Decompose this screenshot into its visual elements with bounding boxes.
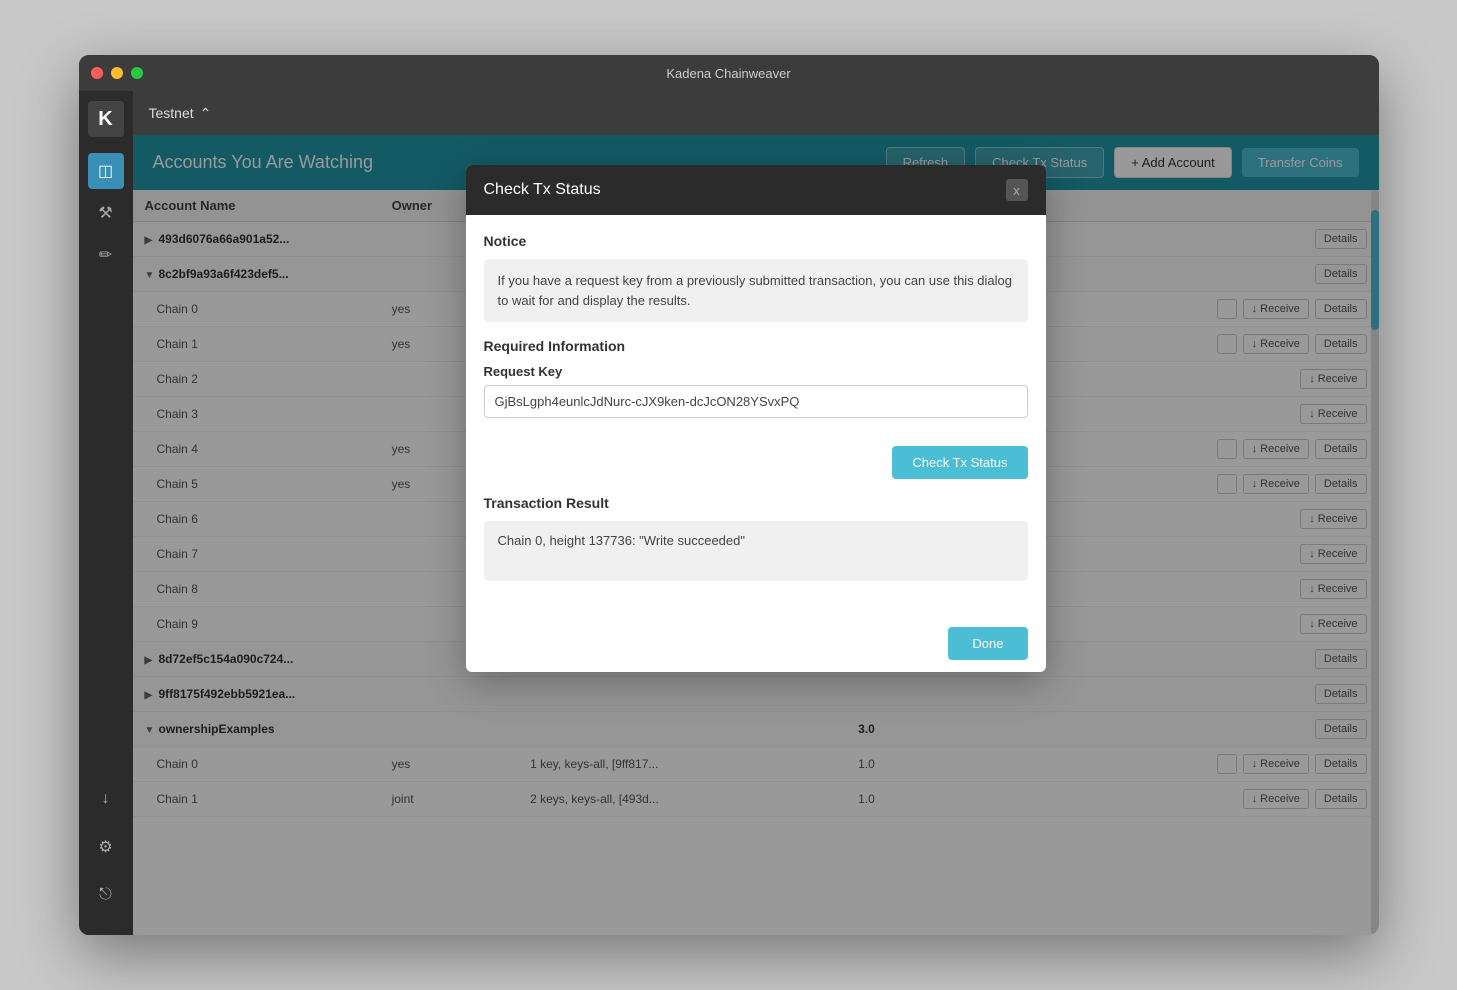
app-window: Kadena Chainweaver K ◫ ⚒ ✏ ↓ ⚙ ⎋ Testnet… bbox=[79, 55, 1379, 935]
modal-close-button[interactable]: x bbox=[1006, 179, 1028, 201]
modal-header: Check Tx Status x bbox=[466, 165, 1046, 215]
modal-title: Check Tx Status bbox=[484, 181, 601, 199]
sidebar: K ◫ ⚒ ✏ ↓ ⚙ ⎋ bbox=[79, 91, 133, 935]
request-key-label: Request Key bbox=[484, 364, 1028, 379]
notice-label: Notice bbox=[484, 233, 1028, 249]
result-box: Chain 0, height 137736: "Write succeeded… bbox=[484, 521, 1028, 581]
required-section: Required Information Request Key bbox=[484, 338, 1028, 430]
notice-box: If you have a request key from a previou… bbox=[484, 259, 1028, 322]
modal-overlay: Check Tx Status x Notice If you have a r… bbox=[133, 135, 1379, 935]
sidebar-item-logout[interactable]: ⎋ bbox=[88, 877, 124, 913]
request-key-input[interactable] bbox=[484, 385, 1028, 418]
transaction-result-section: Transaction Result Chain 0, height 13773… bbox=[484, 495, 1028, 581]
sidebar-item-download[interactable]: ↓ bbox=[88, 781, 124, 817]
check-tx-status-modal: Check Tx Status x Notice If you have a r… bbox=[466, 165, 1046, 672]
sidebar-item-settings[interactable]: ⚙ bbox=[88, 829, 124, 865]
minimize-button[interactable] bbox=[111, 67, 123, 79]
required-label: Required Information bbox=[484, 338, 1028, 354]
app-logo: K bbox=[88, 101, 124, 137]
done-button[interactable]: Done bbox=[948, 627, 1027, 660]
modal-body: Notice If you have a request key from a … bbox=[466, 215, 1046, 615]
page-area: Accounts You Are Watching Refresh Check … bbox=[133, 135, 1379, 935]
sidebar-item-contracts[interactable]: ✏ bbox=[88, 237, 124, 273]
sidebar-bottom: ↓ ⚙ ⎋ bbox=[88, 781, 124, 919]
check-status-row: Check Tx Status bbox=[484, 446, 1028, 479]
window-title: Kadena Chainweaver bbox=[666, 66, 790, 81]
app-body: K ◫ ⚒ ✏ ↓ ⚙ ⎋ Testnet ⌃ Ac bbox=[79, 91, 1379, 935]
network-selector[interactable]: Testnet ⌃ bbox=[149, 105, 212, 122]
check-tx-status-submit-button[interactable]: Check Tx Status bbox=[892, 446, 1027, 479]
network-chevron-icon: ⌃ bbox=[200, 105, 212, 122]
sidebar-item-keys[interactable]: ⚒ bbox=[88, 195, 124, 231]
main-content: Testnet ⌃ Accounts You Are Watching Refr… bbox=[133, 91, 1379, 935]
title-bar: Kadena Chainweaver bbox=[79, 55, 1379, 91]
traffic-lights bbox=[91, 67, 143, 79]
network-label: Testnet bbox=[149, 105, 194, 121]
result-label: Transaction Result bbox=[484, 495, 1028, 511]
top-nav: Testnet ⌃ bbox=[133, 91, 1379, 135]
modal-footer: Done bbox=[466, 615, 1046, 672]
close-button[interactable] bbox=[91, 67, 103, 79]
sidebar-item-wallet[interactable]: ◫ bbox=[88, 153, 124, 189]
maximize-button[interactable] bbox=[131, 67, 143, 79]
